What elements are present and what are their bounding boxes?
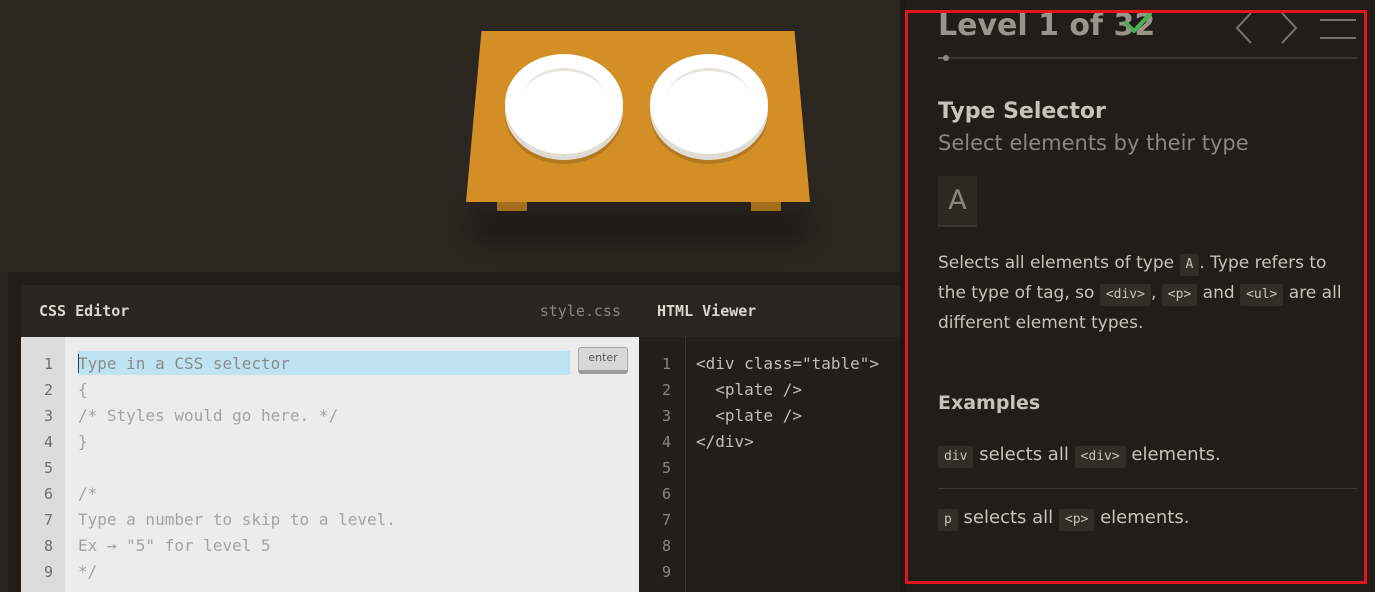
- table-leg: [497, 202, 527, 211]
- line-number: 1: [661, 355, 671, 373]
- html-code-line[interactable]: <div class="table">: [696, 354, 879, 373]
- code-line: Type a number to skip to a level.: [78, 510, 396, 529]
- code-line: /*: [78, 484, 98, 503]
- table-shadow: [470, 205, 810, 245]
- line-number: 2: [661, 381, 671, 399]
- line-number: 6: [661, 485, 671, 503]
- line-number: 8: [661, 537, 671, 555]
- css-editor-header: CSS Editor style.css: [21, 285, 639, 337]
- css-editor-title: CSS Editor: [39, 302, 130, 320]
- line-number: 7: [661, 511, 671, 529]
- plate: [505, 54, 623, 154]
- html-viewer: 1 2 3 4 5 6 7 8 9 <div class="table"> <p…: [639, 337, 900, 592]
- css-line-gutter: 1 2 3 4 5 6 7 8 9: [21, 337, 65, 592]
- line-number: 3: [661, 407, 671, 425]
- code-line: {: [78, 380, 88, 399]
- code-line: }: [78, 432, 88, 451]
- css-filename: style.css: [539, 302, 621, 320]
- line-number: 5: [661, 459, 671, 477]
- enter-button[interactable]: enter: [578, 347, 628, 374]
- line-number: 9: [661, 563, 671, 581]
- game-board: [0, 0, 900, 272]
- line-number: 7: [43, 511, 53, 529]
- line-number: 9: [43, 563, 53, 581]
- html-code-line[interactable]: <plate />: [696, 406, 802, 425]
- line-number: 1: [43, 355, 53, 373]
- plate: [650, 54, 768, 154]
- highlight-box: [905, 10, 1367, 584]
- code-line: */: [78, 562, 98, 581]
- html-viewer-title: HTML Viewer: [657, 302, 757, 320]
- css-editor: 1 2 3 4 5 6 7 8 9 enter { /* Styles woul…: [21, 337, 639, 592]
- html-code-line[interactable]: </div>: [696, 432, 754, 451]
- css-selector-input[interactable]: [78, 351, 570, 375]
- line-number: 2: [43, 381, 53, 399]
- line-number: 4: [661, 433, 671, 451]
- code-line: /* Styles would go here. */: [78, 406, 339, 425]
- editor-area: CSS Editor style.css HTML Viewer 1 2 3 4…: [8, 272, 900, 592]
- table-leg: [751, 202, 781, 211]
- line-number: 6: [43, 485, 53, 503]
- code-line: Ex → "5" for level 5: [78, 536, 271, 555]
- line-number: 3: [43, 407, 53, 425]
- html-viewer-header: HTML Viewer: [639, 285, 900, 337]
- line-number: 8: [43, 537, 53, 555]
- line-number: 5: [43, 459, 53, 477]
- line-number: 4: [43, 433, 53, 451]
- html-code-line[interactable]: <plate />: [696, 380, 802, 399]
- html-line-gutter: 1 2 3 4 5 6 7 8 9: [639, 337, 686, 592]
- text-caret: [78, 354, 79, 373]
